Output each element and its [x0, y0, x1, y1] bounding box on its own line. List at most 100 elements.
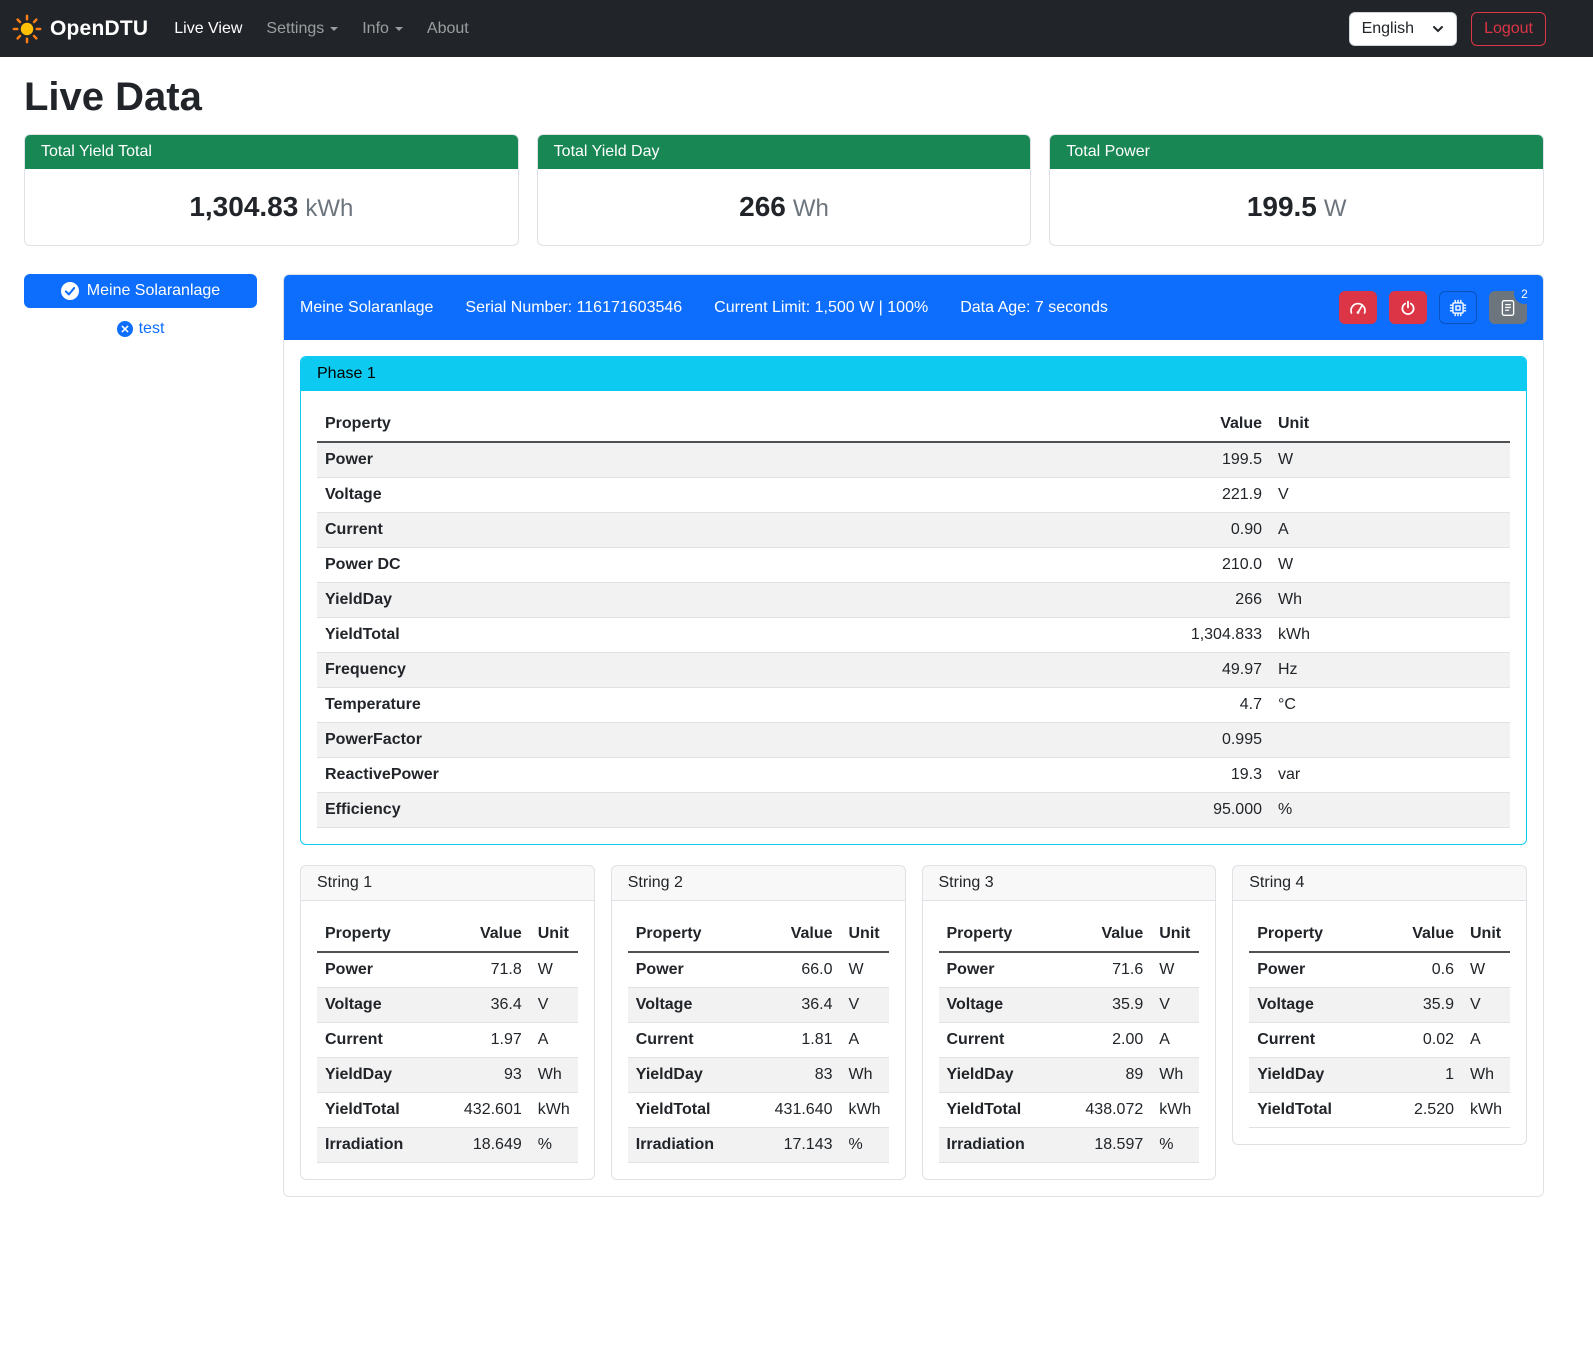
column-header-value: Value — [767, 917, 841, 952]
inverter-actions: 2 — [1339, 291, 1527, 324]
property-name: Voltage — [317, 478, 1183, 513]
property-unit: Wh — [530, 1058, 578, 1093]
page-title: Live Data — [24, 75, 1544, 120]
string-table-body: Power 0.6 W Voltage 35.9 V Current 0.02 … — [1249, 952, 1510, 1128]
table-row: YieldDay 266 Wh — [317, 583, 1510, 618]
property-unit: % — [530, 1128, 578, 1163]
test-label: test — [139, 320, 165, 338]
property-value: 93 — [456, 1058, 530, 1093]
property-unit: % — [1270, 793, 1510, 828]
table-row: Frequency 49.97 Hz — [317, 653, 1510, 688]
property-unit: % — [1151, 1128, 1199, 1163]
phase-table: Property Value Unit Power 199.5 W Voltag… — [317, 407, 1510, 828]
table-row: Power 71.8 W — [317, 952, 578, 988]
chevron-down-icon — [395, 27, 403, 31]
property-unit: kWh — [841, 1093, 889, 1128]
string-table: Property Value Unit Power 66.0 W Voltage… — [628, 917, 889, 1163]
property-unit: W — [1270, 442, 1510, 478]
property-value: 0.6 — [1404, 952, 1462, 988]
string-card-4: String 4 Property Value Unit — [1232, 865, 1527, 1145]
property-name: Current — [317, 1023, 456, 1058]
limit-settings-button[interactable] — [1339, 291, 1377, 324]
property-unit: Wh — [1151, 1058, 1199, 1093]
inverter-current-limit: Current Limit: 1,500 W | 100% — [714, 299, 928, 317]
logout-button[interactable]: Logout — [1471, 12, 1546, 46]
property-value: 83 — [767, 1058, 841, 1093]
table-row: Power 66.0 W — [628, 952, 889, 988]
column-header-unit: Unit — [841, 917, 889, 952]
property-unit: kWh — [1270, 618, 1510, 653]
summary-card-unit: Wh — [793, 195, 829, 222]
property-name: Irradiation — [628, 1128, 767, 1163]
property-value: 71.8 — [456, 952, 530, 988]
table-row: Current 0.02 A — [1249, 1023, 1510, 1058]
table-row: Power DC 210.0 W — [317, 548, 1510, 583]
property-value: 1,304.833 — [1183, 618, 1270, 653]
table-header-row: Property Value Unit — [939, 917, 1200, 952]
inverter-name: Meine Solaranlage — [300, 299, 433, 317]
power-icon — [1400, 300, 1416, 316]
property-name: Current — [628, 1023, 767, 1058]
string-table: Property Value Unit Power 0.6 W Voltage … — [1249, 917, 1510, 1128]
property-unit — [1270, 723, 1510, 758]
table-row: YieldDay 93 Wh — [317, 1058, 578, 1093]
table-header-row: Property Value Unit — [1249, 917, 1510, 952]
string-card-title: String 1 — [301, 866, 594, 901]
property-name: Frequency — [317, 653, 1183, 688]
test-remove-link[interactable]: test — [24, 320, 257, 338]
event-count-badge: 2 — [1514, 283, 1535, 304]
property-unit: A — [1462, 1023, 1510, 1058]
property-value: 2.00 — [1077, 1023, 1151, 1058]
journal-icon — [1499, 299, 1517, 317]
property-name: Power — [317, 442, 1183, 478]
property-unit: W — [1151, 952, 1199, 988]
property-value: 432.601 — [456, 1093, 530, 1128]
property-value: 1.97 — [456, 1023, 530, 1058]
nav-item-live-view[interactable]: Live View — [166, 12, 250, 46]
string-table-body: Power 71.8 W Voltage 36.4 V Current 1.97… — [317, 952, 578, 1163]
property-unit: kWh — [1151, 1093, 1199, 1128]
nav-item-settings[interactable]: Settings — [258, 12, 346, 46]
property-name: YieldTotal — [317, 1093, 456, 1128]
nav-item-info[interactable]: Info — [354, 12, 411, 46]
inverter-card: Meine Solaranlage Serial Number: 1161716… — [283, 274, 1544, 1197]
language-select[interactable]: English — [1349, 12, 1457, 46]
nav-item-settings-label: Settings — [266, 20, 324, 37]
property-value: 19.3 — [1183, 758, 1270, 793]
language-select-value: English — [1362, 20, 1414, 38]
table-row: Temperature 4.7 °C — [317, 688, 1510, 723]
property-name: Voltage — [317, 988, 456, 1023]
power-button[interactable] — [1389, 291, 1427, 324]
summary-card-title: Total Power — [1050, 135, 1543, 169]
string-card-body: Property Value Unit Power 0.6 W Voltage … — [1233, 901, 1526, 1144]
string-table-body: Power 71.6 W Voltage 35.9 V Current 2.00… — [939, 952, 1200, 1163]
property-name: YieldDay — [628, 1058, 767, 1093]
property-unit: V — [1462, 988, 1510, 1023]
table-header-row: Property Value Unit — [317, 407, 1510, 442]
summary-card-value: 199.5 — [1247, 191, 1317, 222]
event-log-button[interactable]: 2 — [1489, 291, 1527, 324]
string-table-head: Property Value Unit — [1249, 917, 1510, 952]
table-header-row: Property Value Unit — [317, 917, 578, 952]
brand[interactable]: OpenDTU — [12, 14, 148, 44]
summary-row: Total Yield Total 1,304.83kWh Total Yiel… — [24, 134, 1544, 246]
table-row: Current 2.00 A — [939, 1023, 1200, 1058]
table-row: YieldTotal 438.072 kWh — [939, 1093, 1200, 1128]
string-table-head: Property Value Unit — [939, 917, 1200, 952]
column-header-property: Property — [317, 917, 456, 952]
inverter-data-age: Data Age: 7 seconds — [960, 299, 1108, 317]
string-card-title: String 2 — [612, 866, 905, 901]
property-unit: A — [841, 1023, 889, 1058]
table-row: PowerFactor 0.995 — [317, 723, 1510, 758]
property-value: 36.4 — [767, 988, 841, 1023]
table-row: Voltage 221.9 V — [317, 478, 1510, 513]
string-card-2: String 2 Property Value Unit — [611, 865, 906, 1180]
device-info-button[interactable] — [1439, 291, 1477, 324]
summary-card-title: Total Yield Total — [25, 135, 518, 169]
inverter-select-button[interactable]: Meine Solaranlage — [24, 274, 257, 308]
property-unit: kWh — [1462, 1093, 1510, 1128]
nav-item-about[interactable]: About — [419, 12, 477, 46]
table-row: Irradiation 18.649 % — [317, 1128, 578, 1163]
property-value: 1.81 — [767, 1023, 841, 1058]
column-header-property: Property — [628, 917, 767, 952]
